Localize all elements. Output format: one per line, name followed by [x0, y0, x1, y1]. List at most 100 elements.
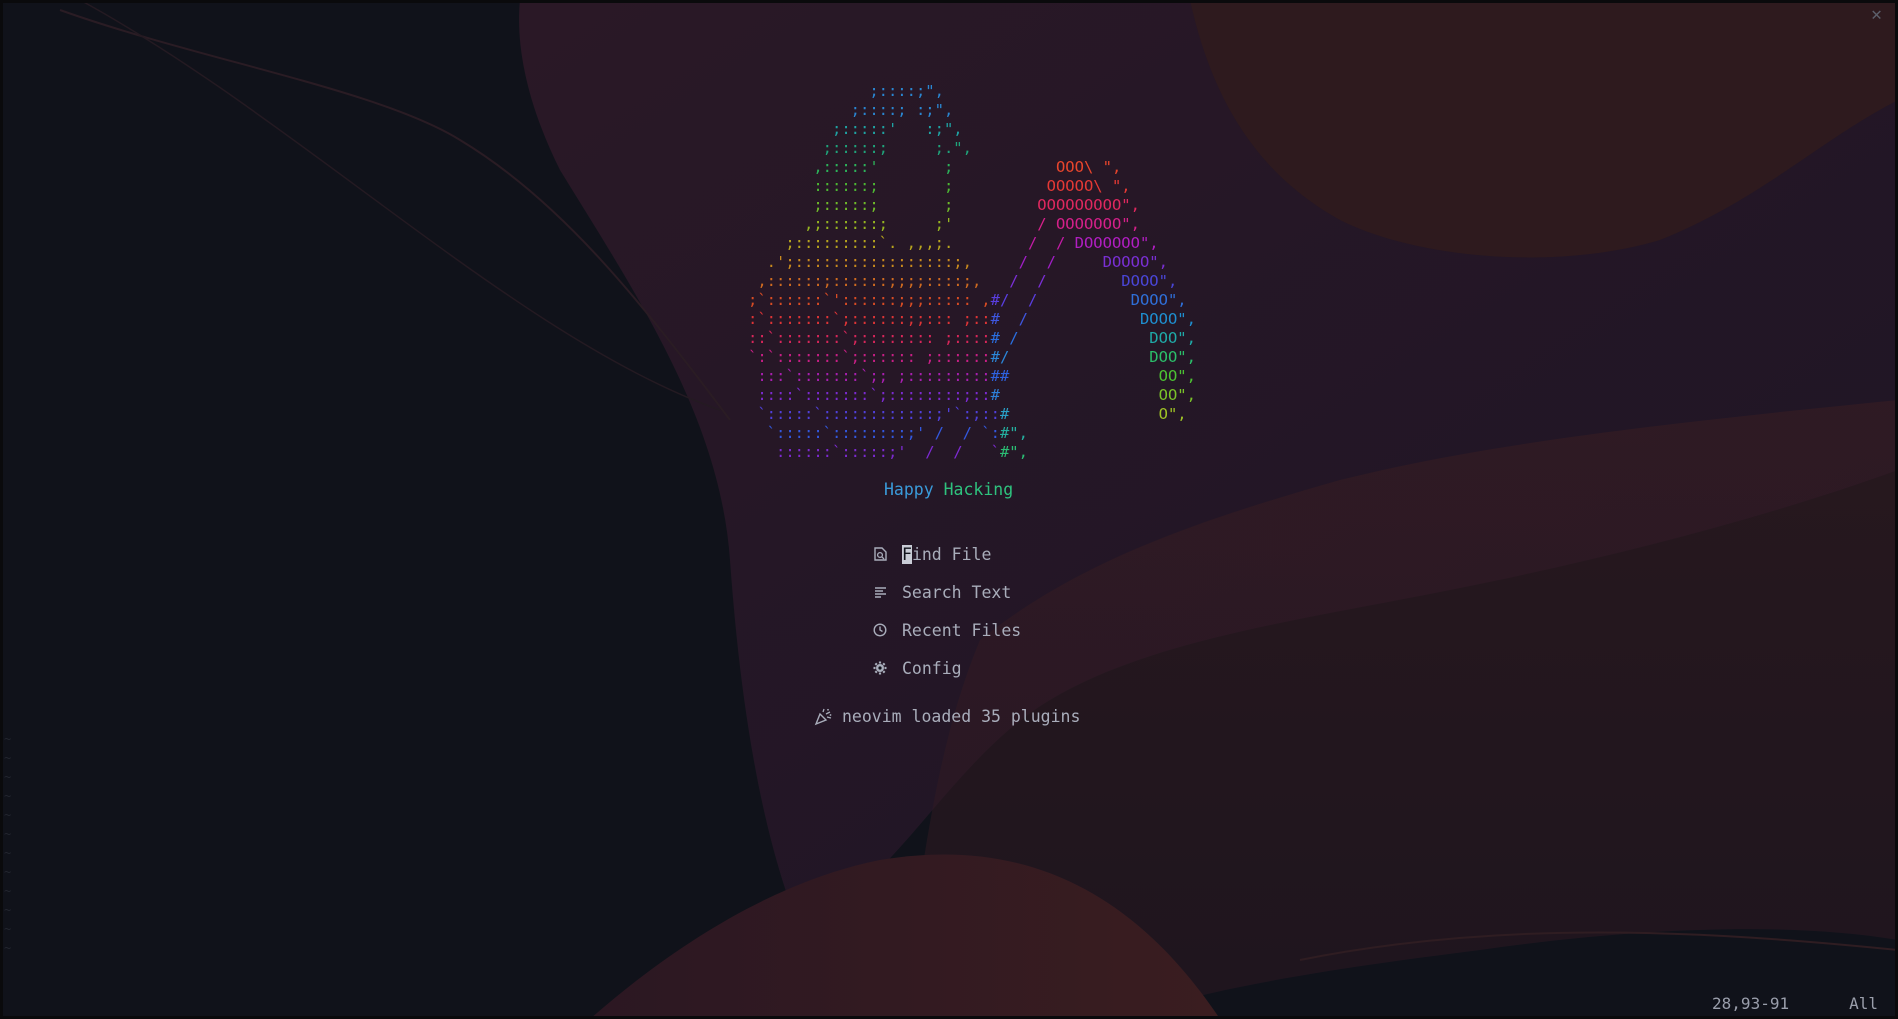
ascii-logo-segment: ;:::::::::`. ,,,;.	[748, 234, 1028, 252]
tagline-hacking: Hacking	[943, 480, 1014, 499]
search-text-icon	[872, 584, 888, 600]
empty-line-marker: ~	[4, 903, 12, 917]
ascii-logo-segment: ::`:::::::`;:::::::: ;::::	[748, 329, 991, 347]
ascii-logo-segment: ::::`:::::::`;::::::::;::	[748, 386, 991, 404]
ascii-logo-segment: # /	[990, 329, 1150, 347]
ascii-logo-segment: / /	[1009, 272, 1122, 290]
ascii-logo-segment: ;`::::::`'::::::;;;::::: ,	[748, 291, 991, 309]
empty-line-marker: ~	[4, 808, 12, 822]
ascii-logo-line: ::::::`:::::;' / / `#",	[748, 443, 1196, 462]
ascii-logo-segment: `:::::`::::::::::::;'`:;::	[748, 405, 1000, 423]
empty-line-marker: ~	[4, 941, 12, 955]
ascii-logo-segment: DOOO",	[1130, 291, 1187, 309]
menu-item-find-file[interactable]: Find File	[872, 535, 1021, 573]
ascii-logo-line: :::`:::::::`;; ;:::::::::## OO",	[748, 367, 1196, 386]
ascii-logo-line: ::::::; ; OOOOO\ ",	[748, 177, 1196, 196]
empty-line-marker: ~	[4, 846, 12, 860]
clock-icon	[872, 622, 888, 638]
tagline: Happy Hacking	[884, 480, 1013, 499]
ascii-logo-line: ::::`:::::::`;::::::::;::# OO",	[748, 386, 1196, 405]
tagline-happy: Happy	[884, 480, 934, 499]
ascii-logo-segment: OOO\ ",	[1055, 158, 1122, 176]
ascii-logo-line: ;::::;",	[748, 82, 1196, 101]
ascii-logo-segment: ##	[990, 367, 1159, 385]
ascii-logo-segment: ,;::::::; ;'	[748, 215, 1038, 233]
ascii-logo-line: ,::::::;::::::;;;;::::;, / / DOOO",	[748, 272, 1196, 291]
ascii-logo-segment: `:`:::::::`;:::::: ;::::::	[748, 348, 991, 366]
ascii-logo-segment: DOOO",	[1139, 310, 1196, 328]
dashboard-menu: Find File Search Text Recent Files Confi…	[872, 535, 1021, 687]
ascii-logo-segment: `:::::`::::::::;' / / `:	[748, 424, 1000, 442]
ascii-logo-segment: #",	[999, 424, 1028, 442]
ascii-logo-segment: :`:::::::`;::::::;;::: ;::	[748, 310, 991, 328]
empty-line-marker: ~	[4, 865, 12, 879]
ruler: 28,93-91 All	[1712, 994, 1878, 1013]
ascii-logo-segment: :::`:::::::`;; ;:::::::::	[748, 367, 991, 385]
menu-label-search-text: Search Text	[902, 582, 1012, 602]
empty-line-marker: ~	[4, 922, 12, 936]
ascii-logo-segment: ,:::::' ;	[748, 158, 1056, 176]
ascii-logo-segment: OO",	[1158, 386, 1196, 404]
ascii-logo-segment: ;::::;",	[748, 82, 944, 100]
menu-label-recent-files: Recent Files	[902, 620, 1022, 640]
ascii-logo-segment: OO",	[1158, 367, 1196, 385]
ascii-logo-segment: #	[999, 405, 1159, 423]
ascii-logo-segment: .';:::::::::::::::::;,	[748, 253, 1019, 271]
ascii-logo-segment: OOOOO\ ",	[1046, 177, 1131, 195]
ascii-logo-segment: ::::::; ;	[748, 177, 1047, 195]
close-icon[interactable]: ✕	[1871, 4, 1882, 25]
ascii-logo-line: ;:::::; ;.",	[748, 139, 1196, 158]
empty-line-marker: ~	[4, 770, 12, 784]
ascii-logo-line: ;:::::; ; OOOOOOOOO",	[748, 196, 1196, 215]
ascii-logo-segment: DOOOO",	[1102, 253, 1168, 271]
ascii-logo-line: `:`:::::::`;:::::: ;::::::#/ DOO",	[748, 348, 1196, 367]
ascii-logo-segment: ;:::::; ;.",	[748, 139, 972, 157]
empty-line-marker: ~	[4, 732, 12, 746]
menu-label-config: Config	[902, 658, 962, 678]
party-popper-icon	[814, 708, 832, 726]
ascii-logo-segment: OOOOOOOOO",	[1037, 196, 1140, 214]
ascii-logo-segment: ::::::`:::::;' / / `	[748, 443, 1000, 461]
ascii-logo-segment: ,::::::;::::::;;;;::::;,	[748, 272, 1010, 290]
ascii-logo-segment: O",	[1158, 405, 1187, 423]
menu-item-config[interactable]: Config	[872, 649, 1021, 687]
empty-line-marker: ~	[4, 751, 12, 765]
empty-line-gutter: ~ ~ ~ ~ ~ ~ ~ ~ ~ ~ ~ ~	[4, 730, 14, 958]
plugins-loaded-text: neovim loaded 35 plugins	[842, 707, 1081, 726]
ascii-logo-line: ;::::; :;",	[748, 101, 1196, 120]
empty-line-marker: ~	[4, 827, 12, 841]
gear-icon	[872, 660, 888, 676]
ascii-logo-line: ;:::::::::`. ,,,;. / / DOOOOOO",	[748, 234, 1196, 253]
menu-item-recent-files[interactable]: Recent Files	[872, 611, 1021, 649]
find-file-icon	[872, 546, 888, 562]
ascii-logo-line: `:::::`::::::::;' / / `:#",	[748, 424, 1196, 443]
menu-label-find-file: Find File	[902, 544, 992, 564]
ascii-logo-segment: #/ /	[990, 291, 1131, 309]
ascii-logo-segment: / OOOOOOO",	[1037, 215, 1140, 233]
ascii-logo-line: .';:::::::::::::::::;, / / DOOOO",	[748, 253, 1196, 272]
ascii-logo-line: `:::::`::::::::::::;'`:;::# O",	[748, 405, 1196, 424]
ascii-logo-line: ,:::::' ; OOO\ ",	[748, 158, 1196, 177]
ascii-logo-segment: ;:::::' :;",	[748, 120, 963, 138]
ascii-logo-segment: DOO",	[1149, 348, 1196, 366]
ascii-logo-segment: #",	[999, 443, 1028, 461]
neovim-terminal-window[interactable]: ✕ ;::::;", ;::::; :;", ;:::::' :;", ;:::…	[0, 0, 1898, 1019]
scroll-indicator: All	[1849, 994, 1878, 1013]
ascii-logo-segment: / /	[1018, 253, 1103, 271]
ascii-logo-segment: #/	[990, 348, 1150, 366]
menu-item-search-text[interactable]: Search Text	[872, 573, 1021, 611]
ascii-logo-segment: #	[990, 386, 1159, 404]
ascii-logo-line: ;`::::::`'::::::;;;::::: ,#/ / DOOO",	[748, 291, 1196, 310]
text-cursor: F	[902, 544, 912, 564]
ascii-logo-line: ::`:::::::`;:::::::: ;::::# / DOO",	[748, 329, 1196, 348]
empty-line-marker: ~	[4, 789, 12, 803]
ascii-logo-line: ,;::::::; ;' / OOOOOOO",	[748, 215, 1196, 234]
ascii-logo-segment: DOOO",	[1121, 272, 1178, 290]
ascii-logo-segment: / /	[1027, 234, 1075, 252]
ascii-logo-segment: ;:::::; ;	[748, 196, 1038, 214]
ascii-logo: ;::::;", ;::::; :;", ;:::::' :;", ;:::::…	[748, 82, 1196, 462]
ascii-logo-segment: DOO",	[1149, 329, 1196, 347]
empty-line-marker: ~	[4, 884, 12, 898]
cursor-position: 28,93-91	[1712, 994, 1790, 1013]
ascii-logo-segment: ;::::; :;",	[748, 101, 954, 119]
